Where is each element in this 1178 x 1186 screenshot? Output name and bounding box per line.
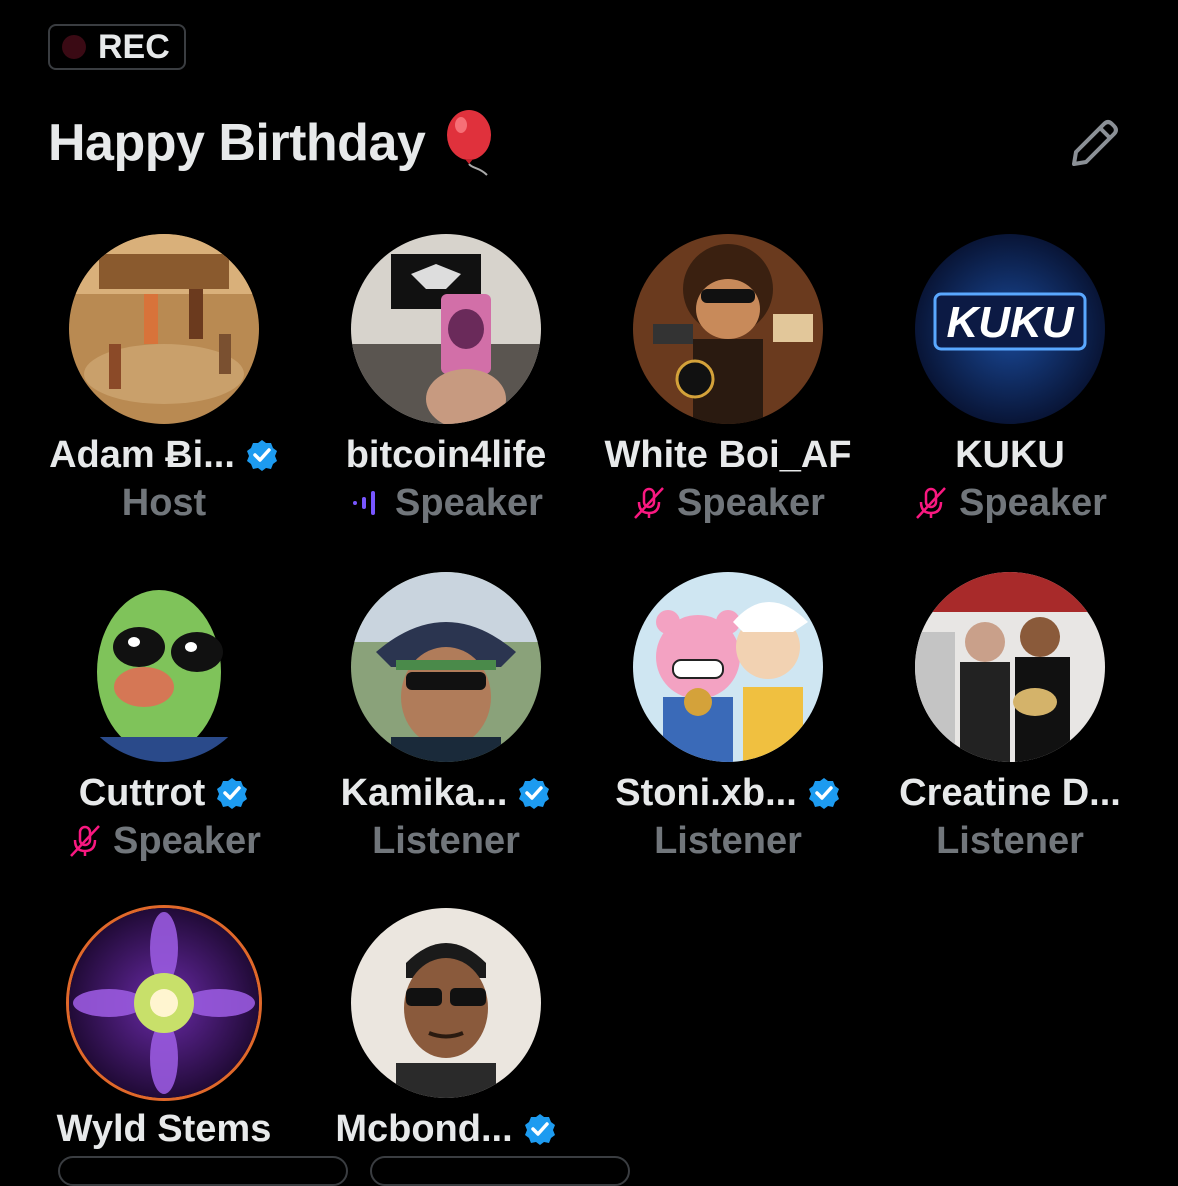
avatar-text: KUKU xyxy=(946,298,1074,347)
verified-badge-icon xyxy=(246,440,277,471)
avatar xyxy=(633,572,823,762)
avatar xyxy=(69,908,259,1098)
participant-name: Kamika... xyxy=(340,771,508,814)
avatar-image xyxy=(633,572,823,762)
avatar-image xyxy=(633,234,823,424)
participant-name: Mcbond... xyxy=(335,1107,513,1150)
role-row: Listener xyxy=(301,818,591,864)
name-row: White Boi_AF xyxy=(583,432,873,478)
avatar-image xyxy=(915,572,1105,762)
avatar xyxy=(915,572,1105,762)
participant-role: Listener xyxy=(372,819,520,862)
name-row: Mcbond... xyxy=(301,1106,591,1152)
participant-name: Wyld Stems xyxy=(56,1107,272,1150)
avatar: KUKU xyxy=(915,234,1105,424)
avatar-image xyxy=(69,234,259,424)
avatar xyxy=(69,572,259,762)
participant-role: Host xyxy=(121,481,207,524)
recording-label: REC xyxy=(98,27,170,66)
participant-role: Listener xyxy=(654,819,802,862)
avatar xyxy=(351,234,541,424)
edit-pencil-icon[interactable] xyxy=(1062,112,1126,176)
bottom-button[interactable] xyxy=(58,1156,348,1186)
avatar-image xyxy=(69,908,259,1098)
avatar xyxy=(633,234,823,424)
name-row: KUKU xyxy=(865,432,1155,478)
verified-badge-icon xyxy=(217,778,248,809)
name-row: Kamika... xyxy=(301,770,591,816)
verified-badge-icon xyxy=(524,1114,555,1145)
avatar-image xyxy=(351,572,541,762)
avatar-image xyxy=(69,572,259,762)
role-row: Speaker xyxy=(19,818,309,864)
name-row: Wyld Stems xyxy=(19,1106,309,1152)
avatar xyxy=(351,908,541,1098)
balloon-icon xyxy=(447,110,492,176)
mic-muted-icon xyxy=(916,487,946,519)
space-title-row: Happy Birthday xyxy=(48,108,501,178)
avatar xyxy=(69,234,259,424)
participant-role: Speaker xyxy=(959,481,1107,524)
participant-role: Speaker xyxy=(677,481,825,524)
name-row: bitcoin4life xyxy=(301,432,591,478)
participant-name: Stoni.xb... xyxy=(615,771,797,814)
role-row: Speaker xyxy=(865,480,1155,526)
speaking-bars-icon xyxy=(353,491,376,515)
record-dot-icon xyxy=(62,35,86,59)
name-row: Creatine D... xyxy=(865,770,1155,816)
participant-name: White Boi_AF xyxy=(604,433,852,476)
avatar-image xyxy=(351,908,541,1098)
avatar-image xyxy=(351,234,541,424)
participant-role: Listener xyxy=(936,819,1084,862)
name-row: Cuttrot xyxy=(19,770,309,816)
name-row: Stoni.xb... xyxy=(583,770,873,816)
avatar-image: KUKU xyxy=(915,234,1105,424)
participant-name: bitcoin4life xyxy=(345,433,547,476)
participant-role: Speaker xyxy=(113,819,261,862)
bottom-button[interactable] xyxy=(370,1156,630,1186)
role-row: Listener xyxy=(583,818,873,864)
space-title: Happy Birthday xyxy=(48,114,426,172)
participant-name: Creatine D... xyxy=(899,771,1121,814)
mic-muted-icon xyxy=(70,825,100,857)
participant-name: Cuttrot xyxy=(78,771,206,814)
role-row: Listener xyxy=(865,818,1155,864)
name-row: Adam Ƀi... xyxy=(19,432,309,478)
mic-muted-icon xyxy=(634,487,664,519)
verified-badge-icon xyxy=(519,778,550,809)
role-row: Speaker xyxy=(583,480,873,526)
participant-name: KUKU xyxy=(955,433,1065,476)
participant-role: Speaker xyxy=(395,481,543,524)
recording-badge: REC xyxy=(48,24,186,70)
avatar xyxy=(351,572,541,762)
role-row: Host xyxy=(19,480,309,526)
verified-badge-icon xyxy=(808,778,839,809)
participant-name: Adam Ƀi... xyxy=(49,433,235,476)
role-row: Speaker xyxy=(301,480,591,526)
